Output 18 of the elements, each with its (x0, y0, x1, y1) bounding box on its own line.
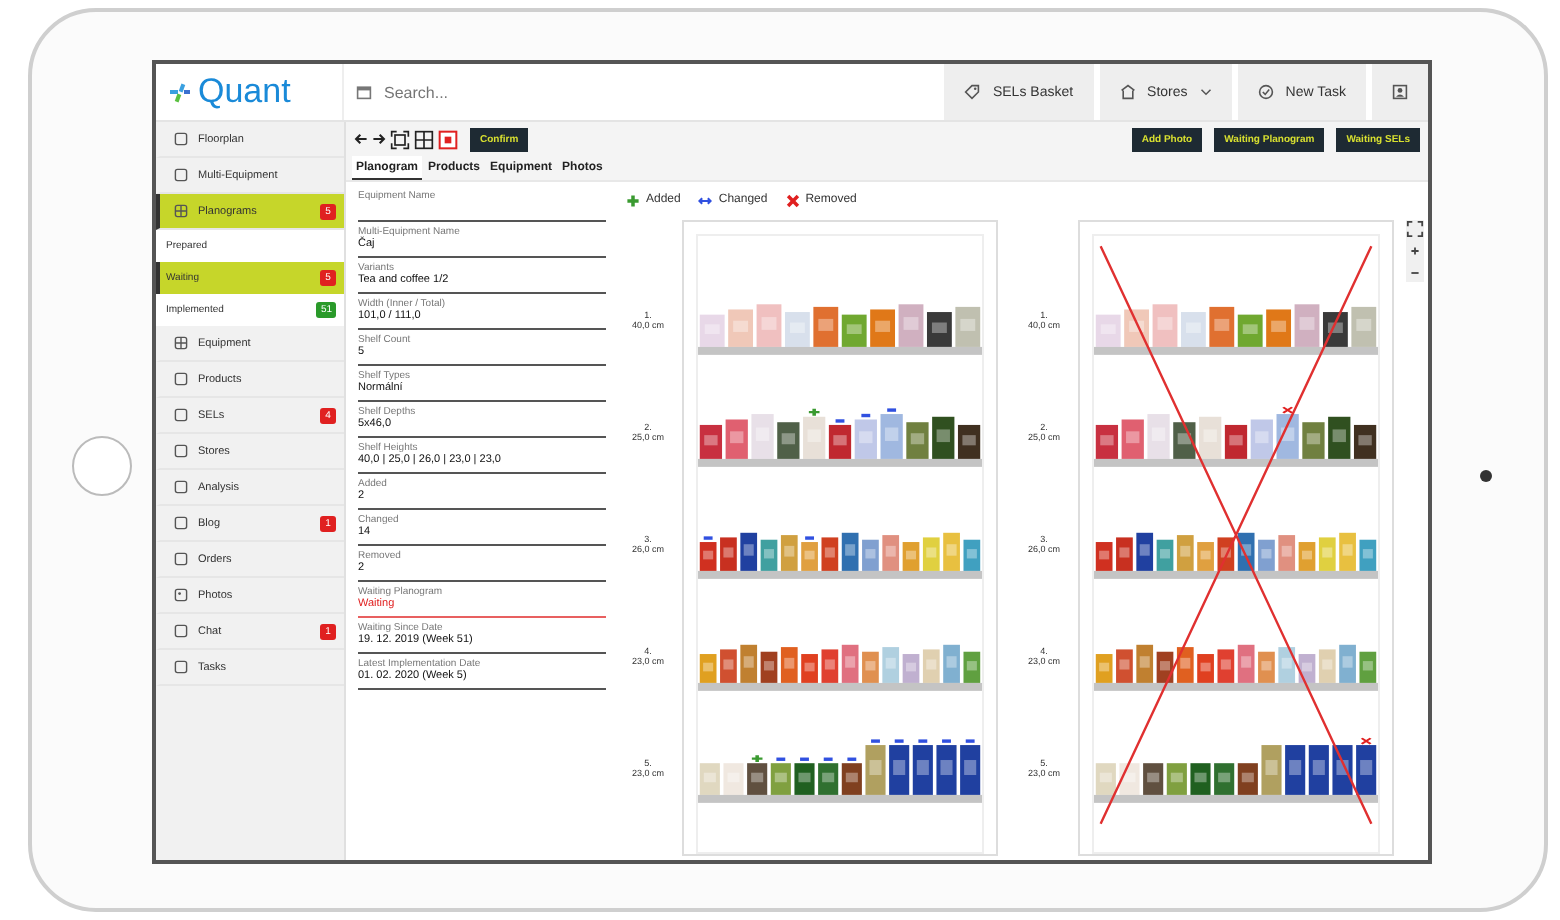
zoom-in-icon[interactable] (1406, 242, 1424, 260)
logo-icon (168, 80, 192, 104)
back-arrow-icon[interactable] (354, 132, 368, 146)
forward-arrow-icon[interactable] (372, 132, 386, 146)
photo-icon (174, 588, 188, 602)
calendar-icon (356, 84, 372, 100)
logo-text: Quant (198, 72, 291, 112)
profile-button[interactable] (1372, 64, 1428, 120)
shelf-icon[interactable] (414, 129, 434, 149)
user-icon (1392, 84, 1408, 100)
double-arrow-icon (698, 193, 713, 207)
search-field[interactable]: Search... (380, 81, 588, 103)
plus-icon (626, 193, 640, 207)
camera-icon (1480, 470, 1492, 482)
fullscreen-icon[interactable] (1406, 220, 1424, 238)
cross-icon (785, 193, 800, 207)
fit-screen-icon[interactable] (390, 129, 410, 149)
chevron-down-icon (1199, 88, 1212, 96)
